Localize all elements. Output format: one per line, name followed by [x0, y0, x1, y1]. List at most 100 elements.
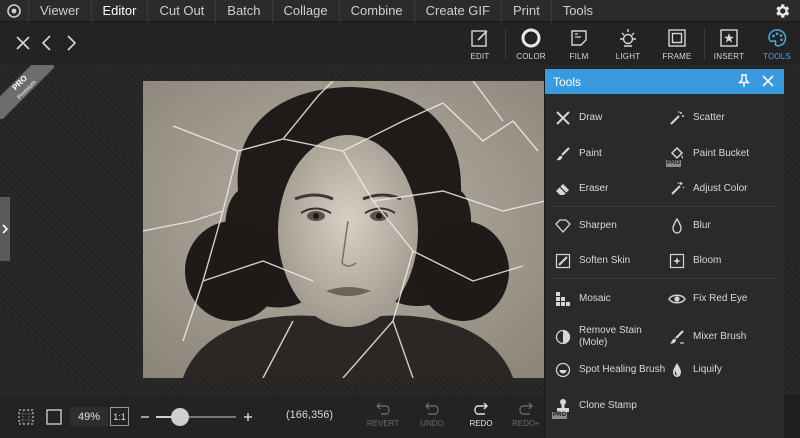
toolbar-divider [505, 28, 506, 60]
tools-panel-header: Tools [545, 69, 784, 94]
menu-tools[interactable]: Tools [550, 0, 604, 22]
toolbar: EDIT COLOR FILM LIGHT FRAME INSERT TOOLS [0, 22, 800, 65]
tool-remove-stain-label: Remove Stain (Mole) [579, 325, 642, 348]
chevron-right-icon[interactable] [60, 32, 82, 54]
revert-button[interactable]: REVERT [362, 399, 404, 435]
redo-label: REDO [469, 419, 493, 428]
tool-eraser[interactable]: Eraser [553, 178, 608, 200]
eraser-icon [553, 179, 573, 199]
film-icon [568, 27, 590, 49]
tool-spot-healing-brush[interactable]: Spot Healing Brush [553, 359, 665, 381]
menu-create-gif[interactable]: Create GIF [413, 0, 501, 22]
menu-editor[interactable]: Editor [90, 0, 148, 22]
edit-icon [469, 27, 491, 49]
tab-tools[interactable]: TOOLS [754, 25, 800, 65]
eye-icon [667, 289, 687, 309]
tab-film[interactable]: FILM [556, 25, 602, 65]
menu-batch[interactable]: Batch [215, 0, 271, 22]
blur-icon [667, 216, 687, 236]
tool-fix-red-eye[interactable]: Fix Red Eye [667, 288, 747, 310]
tool-paint-label: Paint [579, 148, 602, 159]
selection-grid-icon[interactable] [16, 407, 36, 427]
bloom-icon [667, 251, 687, 271]
tool-sharpen[interactable]: Sharpen [553, 215, 617, 237]
tool-adjust-color[interactable]: Adjust Color [667, 178, 747, 200]
tool-soften-skin[interactable]: Soften Skin [553, 250, 630, 272]
close-panel-icon[interactable] [760, 73, 776, 89]
tools-icon [766, 27, 788, 49]
tab-frame[interactable]: FRAME [654, 25, 700, 65]
liquify-icon [667, 360, 687, 380]
tool-blur[interactable]: Blur [667, 215, 711, 237]
undo-button[interactable]: UNDO [411, 399, 453, 435]
tool-eraser-label: Eraser [579, 183, 609, 194]
insert-icon [718, 27, 740, 49]
gear-icon[interactable] [772, 1, 792, 21]
sharpen-icon [553, 216, 573, 236]
tool-liquify-label: Liquify [693, 364, 722, 375]
app-logo[interactable] [0, 0, 28, 22]
adjust-color-icon [667, 179, 687, 199]
vintage-portrait-photo[interactable] [143, 81, 545, 378]
menu-viewer[interactable]: Viewer [28, 0, 91, 22]
tab-frame-label: FRAME [662, 52, 692, 61]
menu-cut-out[interactable]: Cut Out [147, 0, 215, 22]
close-icon[interactable] [12, 32, 34, 54]
revert-icon [376, 402, 390, 415]
side-panel-toggle[interactable] [0, 197, 10, 261]
tool-mixer-brush[interactable]: Mixer Brush [667, 326, 746, 348]
tool-liquify[interactable]: Liquify [667, 359, 722, 381]
bottom-bar: 49% 1:1 (166,356) REVERT UNDO REDO REDO+ [0, 395, 544, 438]
tool-paint-bucket[interactable]: PRO Paint Bucket [666, 143, 749, 167]
redo-all-icon [519, 402, 533, 415]
color-icon [520, 27, 542, 49]
draw-icon [553, 108, 573, 128]
tab-insert[interactable]: INSERT [706, 25, 752, 65]
tab-color[interactable]: COLOR [508, 25, 554, 65]
zoom-slider-handle[interactable] [171, 408, 189, 426]
redo-all-button[interactable]: REDO+ [508, 399, 544, 435]
frame-icon [666, 27, 688, 49]
tool-bloom[interactable]: Bloom [667, 250, 721, 272]
tool-adjust-color-label: Adjust Color [693, 183, 748, 194]
clone-stamp-icon: PRO [552, 396, 573, 419]
menu-print[interactable]: Print [500, 0, 551, 22]
spot-healing-icon [553, 360, 573, 380]
tool-clone-stamp[interactable]: PRO Clone Stamp [552, 395, 637, 419]
redo-all-label: REDO+ [512, 419, 540, 428]
tool-spot-healing-brush-label: Spot Healing Brush [579, 364, 666, 375]
zoom-in-icon[interactable] [241, 407, 255, 427]
tool-draw[interactable]: Draw [553, 107, 602, 129]
tab-edit[interactable]: EDIT [457, 25, 503, 65]
tab-tools-label: TOOLS [763, 52, 791, 61]
pro-mini-badge: PRO [666, 160, 682, 167]
tool-scatter-label: Scatter [693, 112, 725, 123]
tool-sharpen-label: Sharpen [579, 220, 617, 231]
tool-remove-stain[interactable]: Remove Stain (Mole) [553, 323, 642, 351]
tool-mosaic[interactable]: Mosaic [553, 288, 611, 310]
tool-scatter[interactable]: Scatter [667, 107, 725, 129]
fit-screen-icon[interactable] [44, 407, 64, 427]
pin-icon[interactable] [736, 73, 752, 89]
zoom-slider-track[interactable] [156, 416, 236, 418]
zoom-out-icon[interactable] [138, 407, 152, 427]
tab-film-label: FILM [569, 52, 589, 61]
chevron-left-icon[interactable] [36, 32, 58, 54]
actual-size-button[interactable]: 1:1 [110, 407, 129, 426]
tab-light[interactable]: LIGHT [605, 25, 651, 65]
tab-light-label: LIGHT [615, 52, 641, 61]
pro-badge: PRO Premium [0, 65, 54, 119]
tool-mosaic-label: Mosaic [579, 293, 611, 304]
tool-paint[interactable]: Paint [553, 143, 602, 165]
tab-insert-label: INSERT [713, 52, 745, 61]
panel-divider [551, 206, 779, 207]
mixer-brush-icon [667, 327, 687, 347]
menu-bar: Viewer Editor Cut Out Batch Collage Comb… [0, 0, 800, 22]
tab-color-label: COLOR [516, 52, 546, 61]
redo-icon [474, 402, 488, 415]
redo-button[interactable]: REDO [460, 399, 502, 435]
menu-collage[interactable]: Collage [271, 0, 339, 22]
tool-soften-skin-label: Soften Skin [579, 255, 631, 266]
menu-combine[interactable]: Combine [338, 0, 414, 22]
tools-panel: Tools Draw Scatter Paint PRO Paint Bucke… [544, 69, 784, 438]
